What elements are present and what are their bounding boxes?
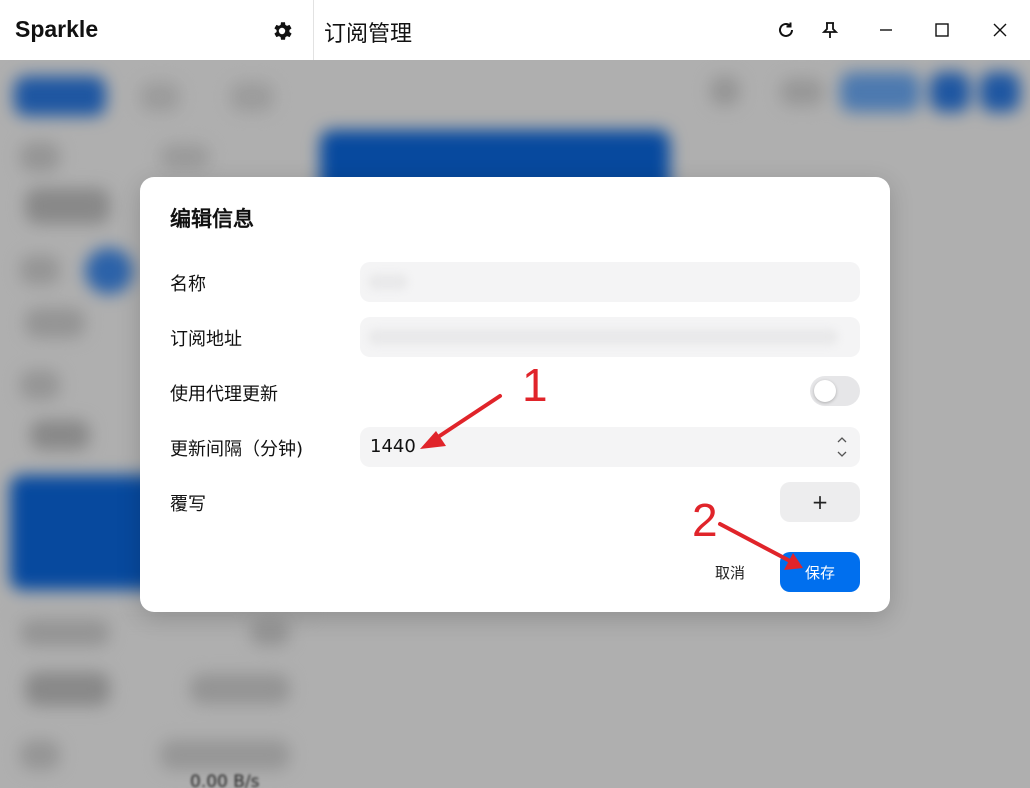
cancel-button[interactable]: 取消 xyxy=(700,552,760,592)
interval-input[interactable]: 1440 xyxy=(360,427,860,467)
override-label: 覆写 xyxy=(170,494,206,515)
title-bar: Sparkle 订阅管理 xyxy=(0,0,1030,60)
title-divider xyxy=(313,0,314,60)
proxy-update-label: 使用代理更新 xyxy=(170,384,278,405)
stepper-down-icon xyxy=(837,451,847,457)
close-icon[interactable] xyxy=(985,15,1015,45)
interval-label: 更新间隔（分钟) xyxy=(170,439,304,460)
interval-value: 1440 xyxy=(370,436,416,457)
page-title: 订阅管理 xyxy=(324,22,413,47)
minimize-icon[interactable] xyxy=(871,15,901,45)
number-stepper[interactable] xyxy=(836,435,848,459)
dialog-title: 编辑信息 xyxy=(170,207,254,231)
proxy-update-toggle[interactable] xyxy=(810,376,860,406)
name-label: 名称 xyxy=(170,274,206,295)
add-override-button[interactable]: + xyxy=(780,482,860,522)
pin-icon[interactable] xyxy=(815,15,845,45)
stepper-up-icon xyxy=(837,437,847,443)
maximize-icon[interactable] xyxy=(927,15,957,45)
app-name: Sparkle xyxy=(15,16,99,42)
url-label: 订阅地址 xyxy=(170,329,242,350)
subscription-url-input[interactable] xyxy=(360,317,860,357)
edit-info-dialog: 编辑信息 名称 订阅地址 使用代理更新 更新间隔（分钟) 1440 覆写 + 取… xyxy=(140,177,890,612)
save-button[interactable]: 保存 xyxy=(780,552,860,592)
name-input[interactable] xyxy=(360,262,860,302)
refresh-icon[interactable] xyxy=(771,15,801,45)
annotation-marker-2: 2 xyxy=(692,494,718,546)
annotation-marker-1: 1 xyxy=(522,359,548,411)
toggle-knob xyxy=(814,380,836,402)
settings-gear-icon[interactable] xyxy=(268,17,296,45)
